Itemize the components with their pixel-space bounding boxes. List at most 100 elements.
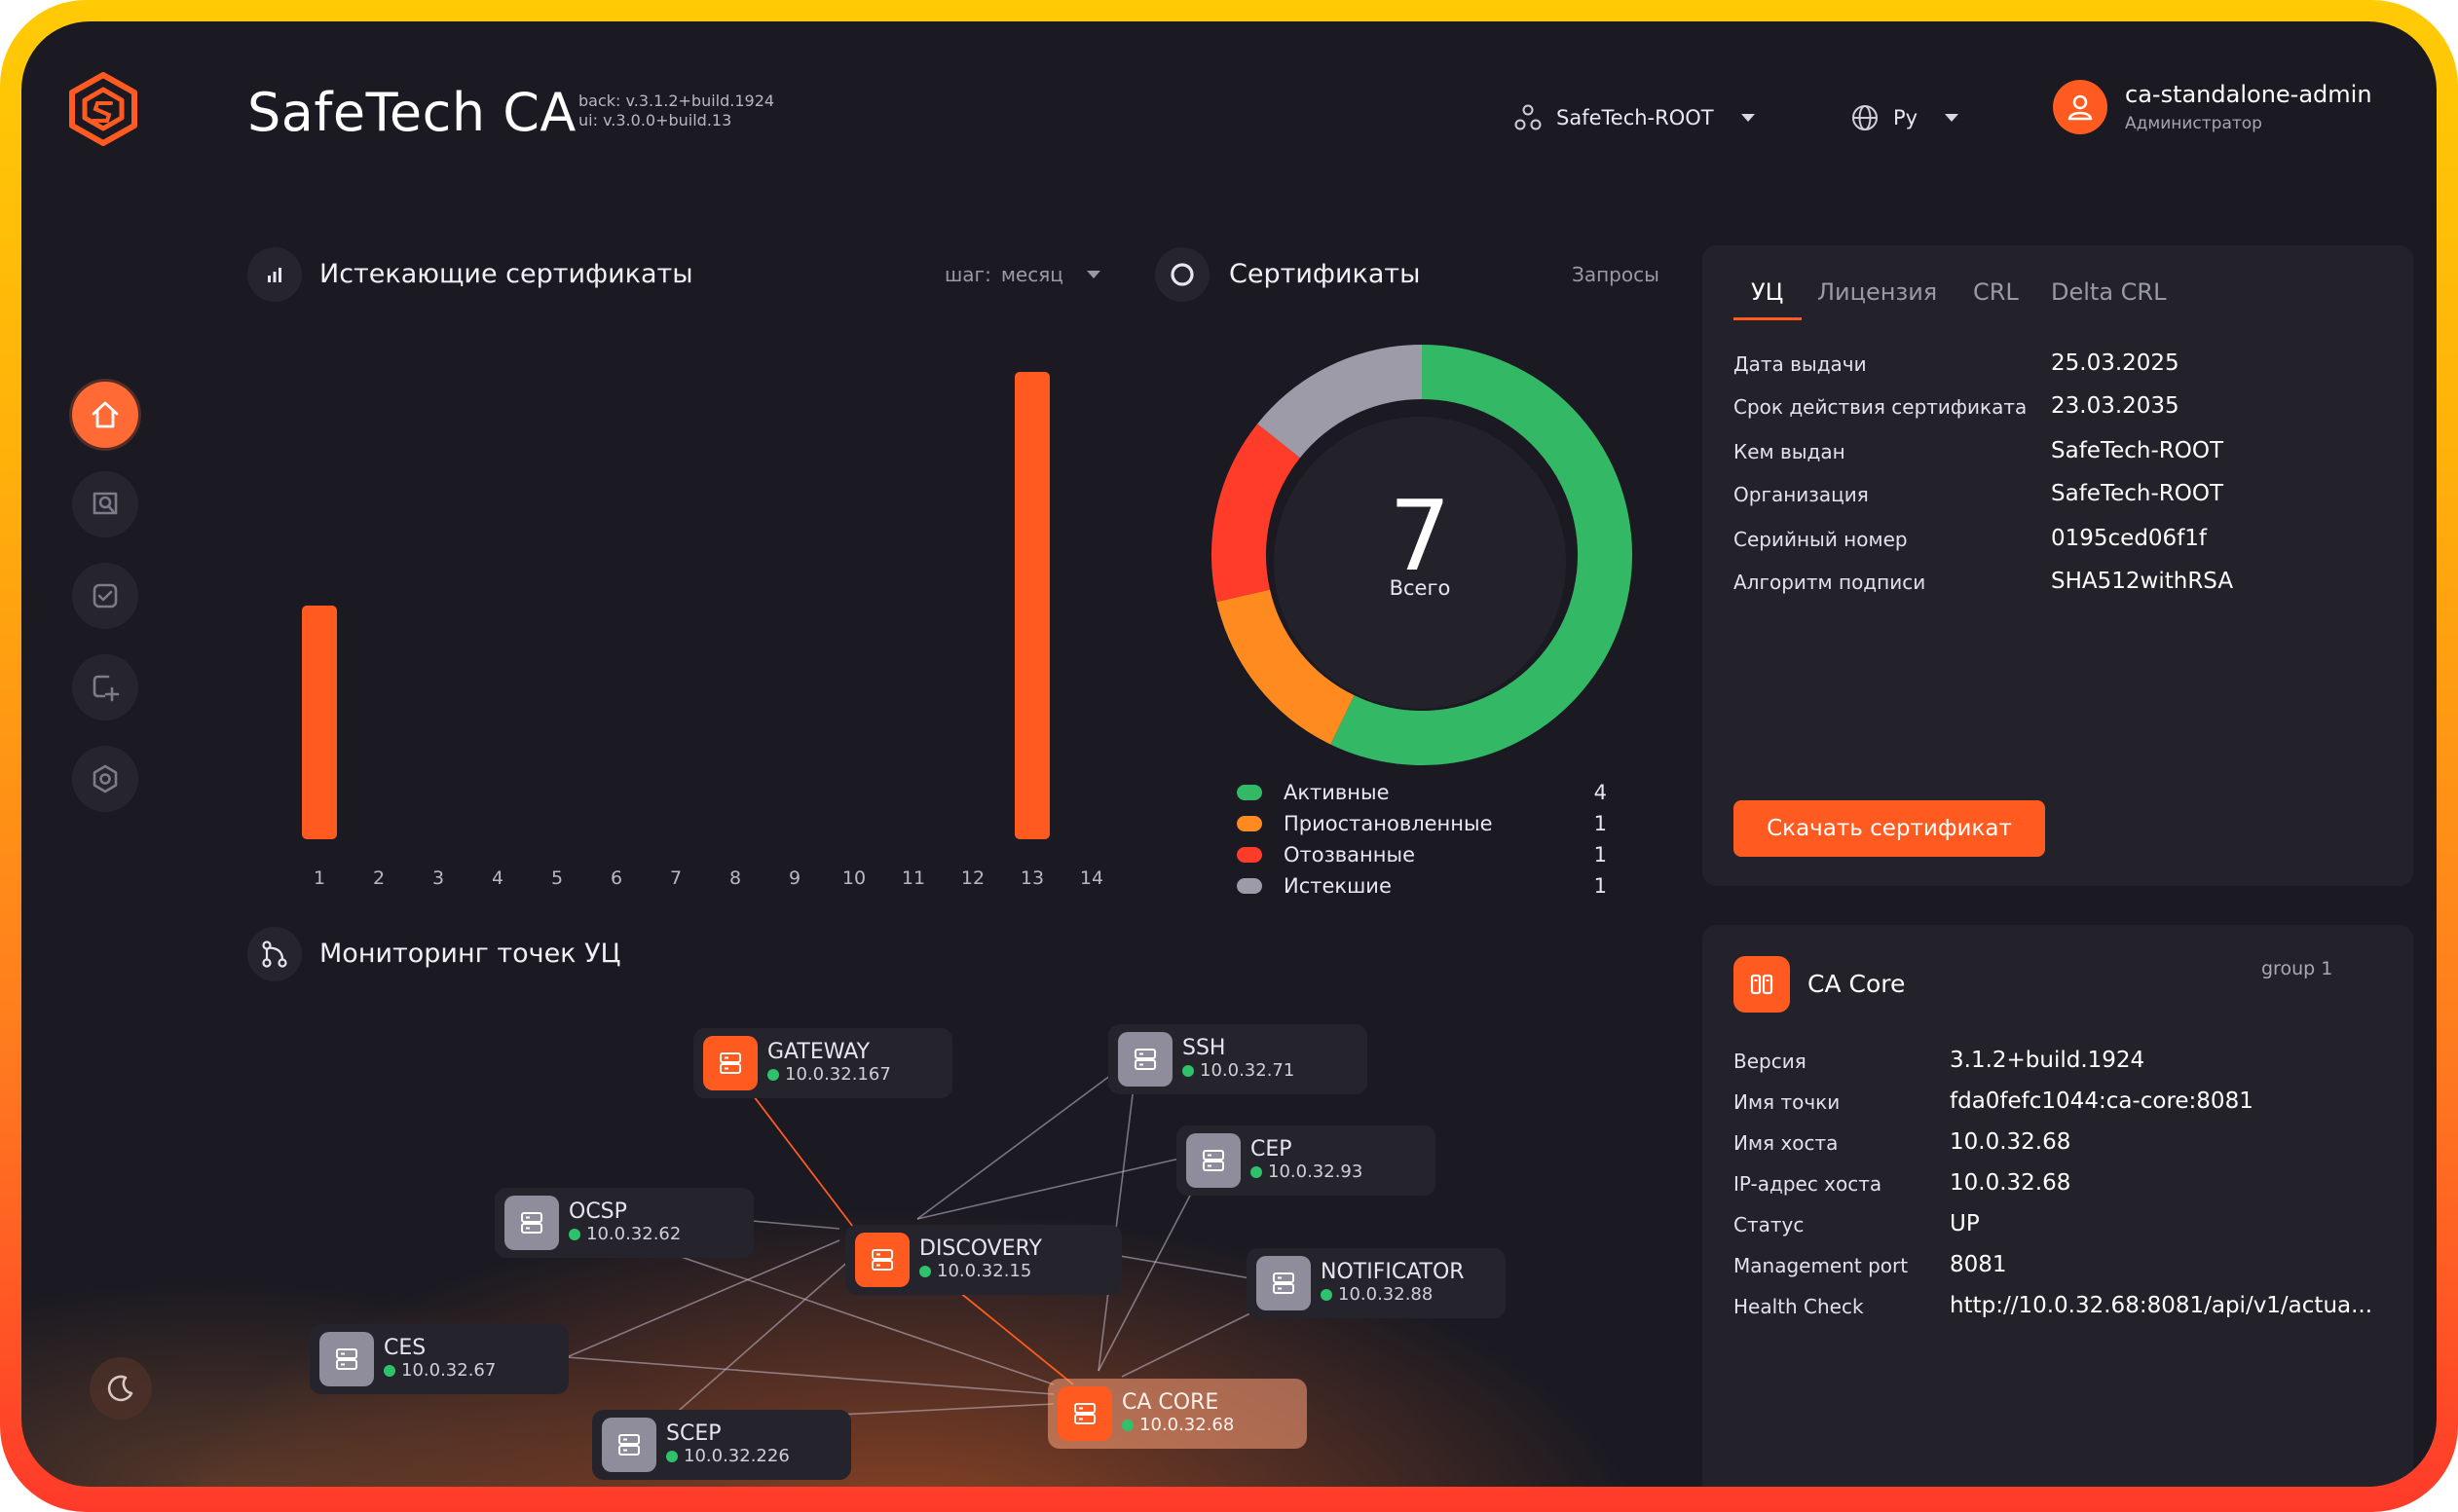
hostname-label: Имя хоста [1733,1131,1839,1155]
legend-swatch [1237,878,1262,894]
issuer-value: SafeTech-ROOT [2051,438,2223,463]
status-dot [1182,1065,1194,1077]
host-ip-value: 10.0.32.68 [1950,1170,2071,1196]
host-ip-label: IP-адрес хоста [1733,1172,1882,1196]
user-menu[interactable]: ca-standalone-admin Администратор [2053,80,2372,134]
hostname-value: 10.0.32.68 [1950,1129,2071,1155]
serial-value: 0195ced06f1f [2051,526,2208,551]
chevron-down-icon [1740,114,1755,122]
status-dot [666,1451,678,1462]
user-role: Администратор [2125,114,2262,133]
user-name: ca-standalone-admin [2125,81,2372,108]
language-label: Ру [1893,106,1918,129]
organization-value: SafeTech-ROOT [2051,481,2223,506]
legend-label: Отозванные [1284,843,1415,867]
node-cep[interactable]: CEP 10.0.32.93 [1176,1125,1435,1196]
server-icon [504,1196,559,1250]
server-icon [855,1233,910,1287]
server-icon [1118,1032,1173,1087]
status-label: Статус [1733,1213,1805,1236]
legend-item[interactable]: Истекшие 1 [1237,874,1607,898]
status-value: UP [1950,1211,1980,1236]
signature-alg-label: Алгоритм подписи [1733,571,1926,594]
tab-crl[interactable]: CRL [1973,278,2019,306]
validity-value: 23.03.2035 [2051,393,2179,419]
node-scep[interactable]: SCEP 10.0.32.226 [592,1410,851,1480]
node-name: DISCOVERY [919,1236,1042,1261]
server-icon [703,1036,758,1090]
globe-icon [1852,105,1878,130]
status-dot [767,1069,779,1081]
node-name: GATEWAY [767,1040,871,1064]
node-ocsp[interactable]: OCSP 10.0.32.62 [495,1188,754,1258]
tab-delta-crl[interactable]: Delta CRL [2051,278,2166,306]
node-ip: 10.0.32.71 [1200,1060,1295,1081]
serial-label: Серийный номер [1733,528,1908,551]
node-ip: 10.0.32.67 [401,1360,497,1381]
language-selector[interactable]: Ру [1850,103,1959,132]
node-name: CEP [1250,1137,1292,1162]
tab-license[interactable]: Лицензия [1817,278,1937,306]
user-icon [2067,94,2093,121]
server-icon [602,1418,656,1472]
legend-label: Приостановленные [1284,812,1493,835]
node-ip: 10.0.32.93 [1268,1162,1363,1182]
node-name: CES [384,1336,427,1360]
status-dot [1250,1166,1262,1178]
node-ip: 10.0.32.68 [1139,1415,1235,1435]
node-ip: 10.0.32.15 [937,1261,1032,1281]
node-group: group 1 [2261,958,2333,979]
legend-item[interactable]: Активные 4 [1237,781,1607,804]
app-window: SafeTech CA back: v.3.1.2+build.1924 ui:… [21,21,2437,1487]
management-port-label: Management port [1733,1254,1909,1277]
node-notificator[interactable]: NOTIFICATOR 10.0.32.88 [1247,1248,1506,1318]
organization-label: Организация [1733,483,1869,506]
avatar[interactable] [2053,80,2107,134]
active-tab-indicator [1733,317,1802,320]
server-icon [1186,1133,1241,1188]
node-name: CA CORE [1122,1390,1219,1415]
node-name: NOTIFICATOR [1321,1260,1465,1284]
health-check-label: Health Check [1733,1295,1864,1318]
issue-date-value: 25.03.2025 [2051,350,2179,376]
legend-label: Истекшие [1284,874,1392,898]
health-check-value[interactable]: http://10.0.32.68:8081/api/v1/actua... [1950,1293,2372,1318]
node-ip: 10.0.32.167 [785,1064,891,1085]
point-name-label: Имя точки [1733,1090,1841,1114]
validity-label: Срок действия сертификата [1733,395,2028,419]
node-ssh[interactable]: SSH 10.0.32.71 [1108,1024,1367,1094]
status-dot [1122,1420,1134,1431]
status-dot [919,1266,931,1277]
management-port-value: 8081 [1950,1252,2007,1277]
legend-value: 1 [1593,812,1607,835]
issuer-label: Кем выдан [1733,440,1845,463]
server-icon [319,1332,374,1386]
legend-label: Активные [1284,781,1390,804]
server-icon [1058,1386,1112,1441]
version-value: 3.1.2+build.1924 [1950,1048,2145,1073]
legend-swatch [1237,816,1262,831]
node-ces[interactable]: CES 10.0.32.67 [310,1324,569,1394]
tab-ca[interactable]: УЦ [1751,278,1783,306]
issue-date-label: Дата выдачи [1733,352,1867,376]
node-ip: 10.0.32.226 [684,1446,790,1466]
ca-core-icon [1733,956,1790,1013]
legend-swatch [1237,847,1262,863]
node-ca-core[interactable]: CA CORE 10.0.32.68 [1048,1379,1307,1449]
legend-value: 4 [1593,781,1607,804]
legend-value: 1 [1593,874,1607,898]
status-dot [1321,1289,1332,1301]
download-certificate-button[interactable]: Скачать сертификат [1733,800,2045,857]
legend-item[interactable]: Отозванные 1 [1237,843,1607,867]
node-name: OCSP [569,1199,627,1224]
node-discovery[interactable]: DISCOVERY 10.0.32.15 [845,1225,1122,1295]
node-details-title: CA Core [1807,970,1906,998]
ca-info-card [1702,245,2413,886]
node-gateway[interactable]: GATEWAY 10.0.32.167 [693,1028,952,1098]
signature-alg-value: SHA512withRSA [2051,569,2234,594]
legend-item[interactable]: Приостановленные 1 [1237,812,1607,835]
node-name: SCEP [666,1421,722,1446]
server-icon [1256,1256,1311,1310]
node-details-card [1702,925,2413,1487]
point-name-value: fda0fefc1044:ca-core:8081 [1950,1088,2253,1114]
